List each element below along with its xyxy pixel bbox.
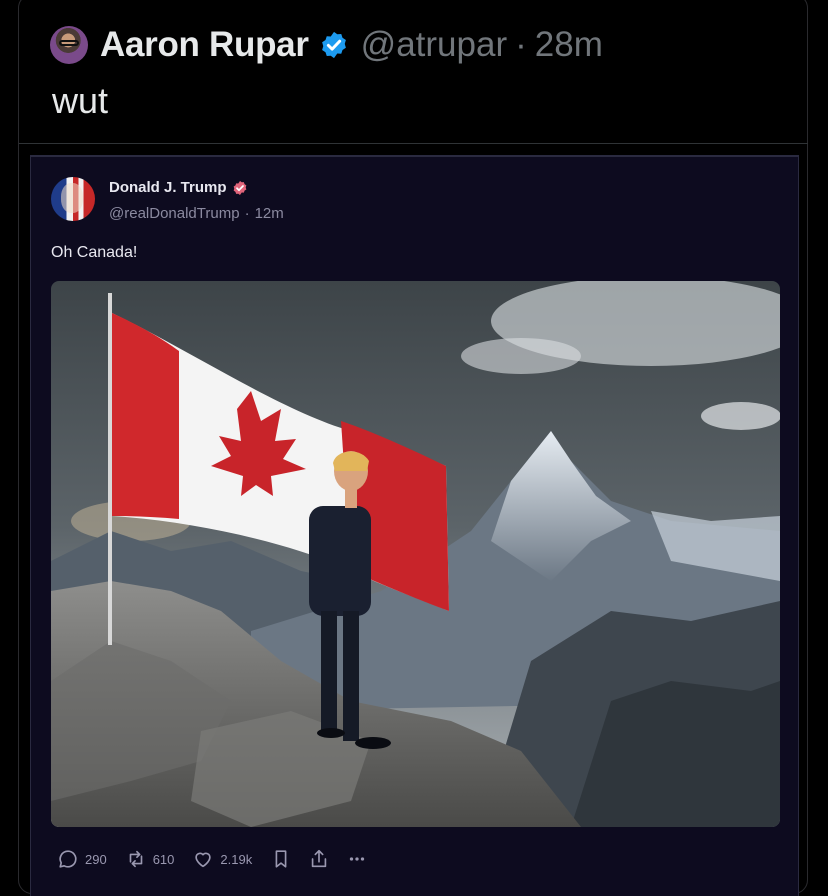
repost-count: 610 [152, 851, 175, 867]
reply-count: 290 [85, 851, 107, 867]
post-image[interactable] [51, 281, 780, 827]
action-bar: 290 610 2.19k [57, 848, 384, 870]
quoted-post-header: Donald J. Trump @realDonaldTrump · 12m [51, 177, 284, 222]
more-button[interactable] [346, 848, 368, 870]
separator-dot: · [244, 205, 250, 222]
flag-mountain-image [51, 281, 780, 827]
repost-button[interactable]: 610 [125, 848, 175, 870]
author-handle[interactable]: @atrupar [361, 25, 507, 65]
separator-dot: · [515, 25, 527, 64]
verified-badge-icon [321, 31, 346, 59]
share-icon [311, 849, 327, 868]
like-button[interactable]: 2.19k [192, 848, 252, 870]
quoted-post-text: Oh Canada! [51, 244, 138, 261]
quoted-author-handle[interactable]: @realDonaldTrump [109, 205, 240, 222]
quoted-post-card[interactable]: Donald J. Trump @realDonaldTrump · 12m O… [30, 155, 799, 896]
repost-icon [129, 850, 143, 868]
outer-post-header: Aaron Rupar @atrupar · 28m [50, 24, 603, 66]
quoted-author-avatar[interactable] [51, 177, 95, 221]
quoted-post-time[interactable]: 12m [255, 205, 284, 222]
author-name[interactable]: Aaron Rupar [100, 25, 309, 65]
share-button[interactable] [308, 848, 330, 870]
divider [19, 143, 808, 144]
more-icon [350, 857, 365, 861]
author-avatar[interactable] [50, 26, 88, 64]
verified-badge-icon [233, 180, 246, 195]
reply-icon [59, 850, 77, 868]
reply-button[interactable]: 290 [57, 848, 107, 870]
heart-icon [195, 852, 212, 868]
post-time[interactable]: 28m [535, 25, 603, 65]
post-text: wut [52, 80, 109, 121]
bookmark-button[interactable] [270, 848, 292, 870]
bookmark-icon [275, 850, 287, 868]
like-count: 2.19k [220, 851, 253, 867]
quoted-author-name[interactable]: Donald J. Trump [109, 179, 227, 196]
